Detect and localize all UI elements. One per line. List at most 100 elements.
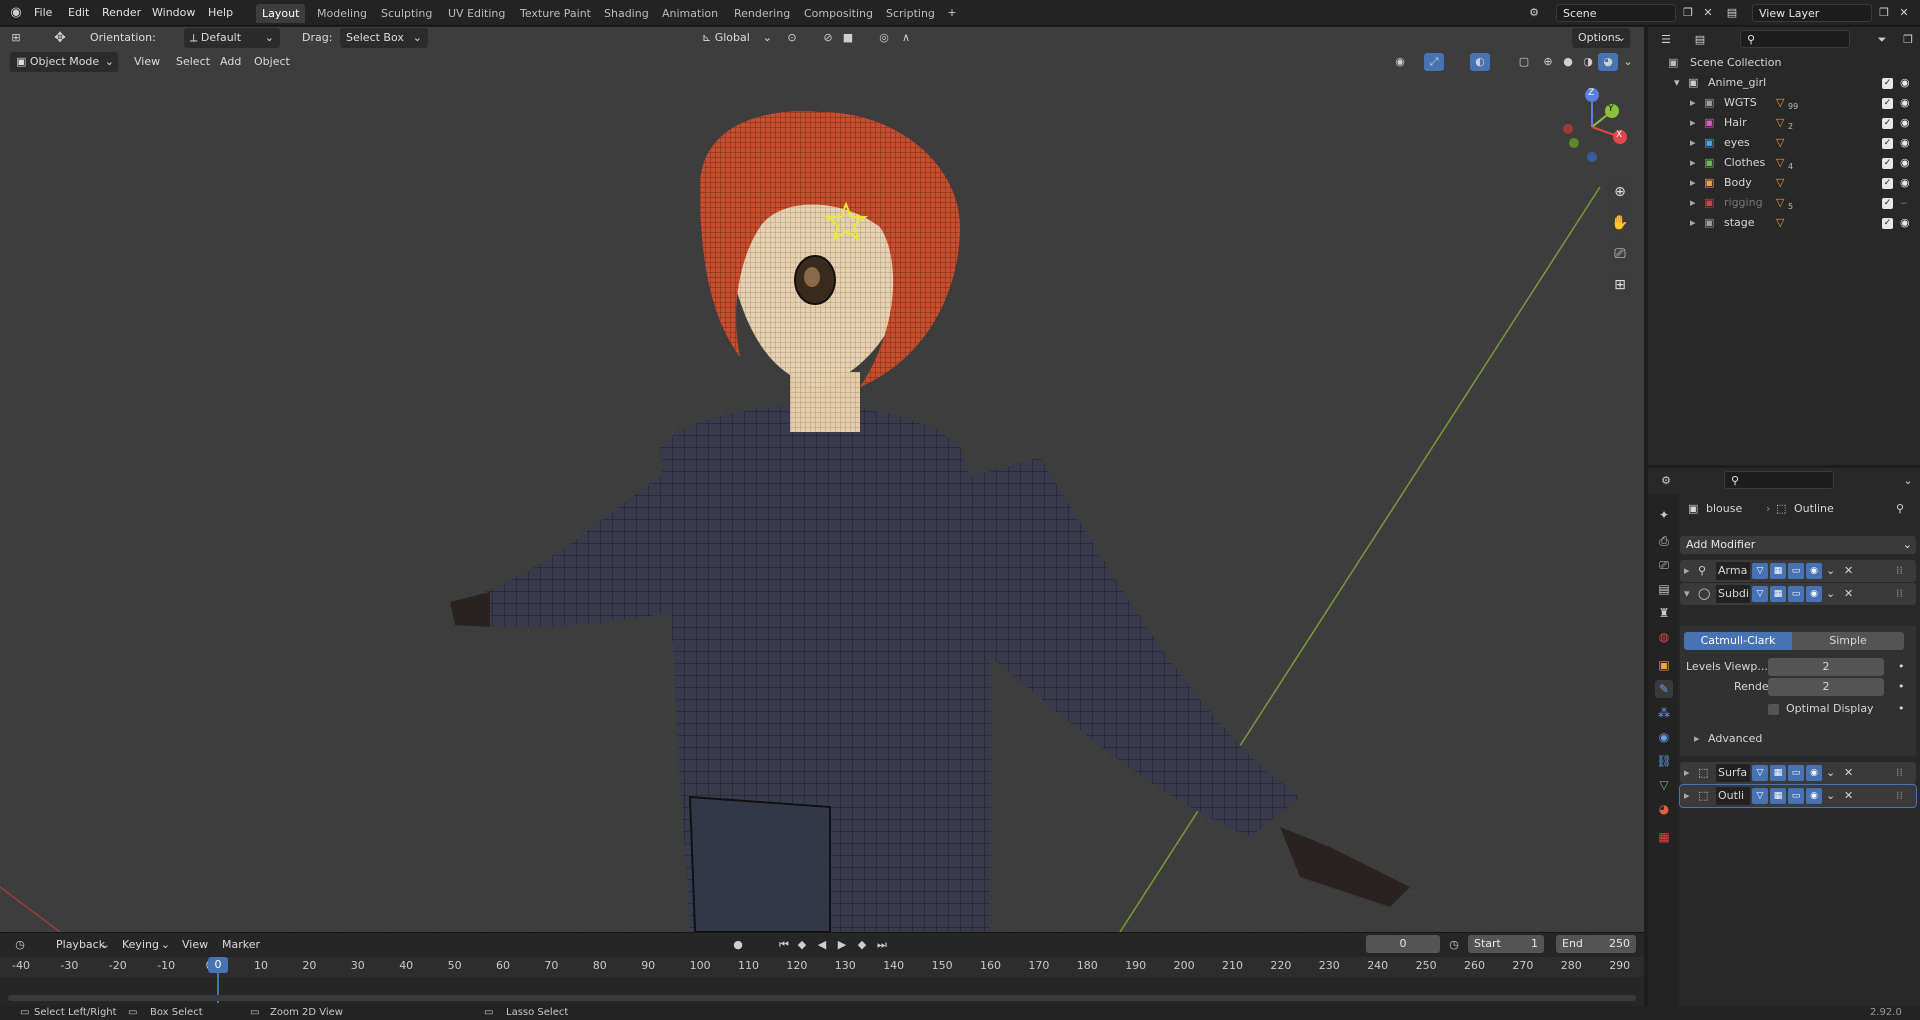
close-view-layer-icon[interactable]: ✕ <box>1894 4 1914 22</box>
eye-icon[interactable]: ◉ <box>1900 153 1910 173</box>
rendered-shading-icon[interactable]: ◕ <box>1598 53 1618 71</box>
menu-marker[interactable]: Marker <box>216 935 266 955</box>
navigation-gizmo[interactable]: Z Y X <box>1556 87 1636 167</box>
tab-texture-paint[interactable]: Texture Paint <box>514 4 597 23</box>
overlay-toggle-icon[interactable]: ◐ <box>1470 53 1490 71</box>
proportional-edit-icon[interactable]: ◎ <box>874 29 894 47</box>
modifier-subdi[interactable]: ▾ ◯ Subdi ▽ ▦ ▭ ◉ ⌄ ✕ ⁞⁞ <box>1680 583 1916 605</box>
include-checkbox[interactable]: ✓ <box>1882 178 1893 189</box>
menu-select[interactable]: Select <box>170 52 216 72</box>
chevron-down-icon[interactable]: ⌄ <box>1826 766 1835 779</box>
view-layer-field[interactable]: View Layer <box>1752 4 1872 22</box>
snap-icon[interactable]: ⊘ <box>818 29 838 47</box>
tab-animation[interactable]: Animation <box>656 4 724 23</box>
properties-search-input[interactable]: ⚲ <box>1724 471 1834 489</box>
collapse-icon[interactable]: ▾ <box>1684 587 1690 600</box>
menu-add[interactable]: Add <box>214 52 247 72</box>
visibility-icon[interactable]: ◉ <box>1390 53 1410 71</box>
tab-compositing[interactable]: Compositing <box>798 4 879 23</box>
texture-icon[interactable]: ▦ <box>1655 828 1673 846</box>
render-levels-field[interactable]: 2 <box>1768 678 1884 696</box>
eye-icon[interactable]: ◉ <box>1900 173 1910 193</box>
scene-collection-row[interactable]: ▣ Scene Collection <box>1648 53 1920 73</box>
expand-icon[interactable]: ▸ <box>1694 732 1700 745</box>
edit-mode-icon[interactable]: ▽ <box>1752 586 1768 602</box>
include-checkbox[interactable]: ✓ <box>1882 198 1893 209</box>
expand-icon[interactable]: ▸ <box>1690 113 1696 133</box>
menu-window[interactable]: Window <box>148 4 199 22</box>
zoom-icon[interactable]: ⊕ <box>1607 179 1633 205</box>
next-keyframe-icon[interactable]: ◆ <box>852 936 872 954</box>
playback-menu[interactable]: Playback ⌄ <box>50 935 112 955</box>
menu-object[interactable]: Object <box>248 52 296 72</box>
keyframe-dot-icon[interactable]: • <box>1898 660 1905 673</box>
scene-field[interactable]: Scene <box>1556 4 1676 22</box>
record-icon[interactable]: ● <box>728 936 748 954</box>
view-layer-tab-icon[interactable]: ▤ <box>1655 580 1673 598</box>
outliner-row-stage[interactable]: ▸ ▣ stage ▽ ✓ ◉ <box>1648 213 1920 233</box>
display-mode-icon[interactable]: ▤ <box>1690 31 1710 49</box>
modifier-surfa[interactable]: ▸ ⬚ Surfa ▽ ▦ ▭ ◉ ⌄ ✕ ⁞⁞ <box>1680 762 1916 784</box>
viewport-display-icon[interactable]: ▭ <box>1788 788 1804 804</box>
material-icon[interactable]: ◕ <box>1655 800 1673 818</box>
eye-icon[interactable]: ◉ <box>1900 133 1910 153</box>
include-checkbox[interactable]: ✓ <box>1882 138 1893 149</box>
menu-view[interactable]: View <box>128 52 166 72</box>
include-checkbox[interactable]: ✓ <box>1882 118 1893 129</box>
outliner-row-eyes[interactable]: ▸ ▣ eyes ▽ ✓ ◉ <box>1648 133 1920 153</box>
drag-handle-icon[interactable]: ⁞⁞ <box>1896 766 1903 779</box>
playhead[interactable]: 0 <box>208 957 228 973</box>
outliner-row-clothes[interactable]: ▸ ▣ Clothes ▽ 4 ✓ ◉ <box>1648 153 1920 173</box>
gizmo-toggle-icon[interactable]: ⤢ <box>1424 53 1444 71</box>
world-icon[interactable]: ◍ <box>1655 628 1673 646</box>
snap-target-icon[interactable]: ■ <box>838 29 858 47</box>
eye-icon[interactable]: ◉ <box>1900 93 1910 113</box>
wrench-icon[interactable]: ✎ <box>1655 680 1673 698</box>
outliner-row-hair[interactable]: ▸ ▣ Hair ▽ 2 ✓ ◉ <box>1648 113 1920 133</box>
close-scene-icon[interactable]: ✕ <box>1698 4 1718 22</box>
solid-shading-icon[interactable]: ● <box>1558 53 1578 71</box>
pin-icon[interactable]: ⚲ <box>1896 502 1904 515</box>
tab-uv-editing[interactable]: UV Editing <box>442 4 511 23</box>
eye-icon[interactable]: ⌣ <box>1900 193 1907 213</box>
outliner-row-wgts[interactable]: ▸ ▣ WGTS ▽ 99 ✓ ◉ <box>1648 93 1920 113</box>
chevron-down-icon[interactable]: ⌄ <box>1826 564 1835 577</box>
material-shading-icon[interactable]: ◑ <box>1578 53 1598 71</box>
pivot-icon[interactable]: ⊙ <box>782 29 802 47</box>
modifier-name-field[interactable]: Arma <box>1716 562 1750 580</box>
expand-icon[interactable]: ▸ <box>1684 564 1690 577</box>
cage-icon[interactable]: ▦ <box>1770 586 1786 602</box>
end-frame-field[interactable]: End 250 <box>1556 935 1636 953</box>
simple-button[interactable]: Simple <box>1792 632 1904 650</box>
chevron-down-icon[interactable]: ⌄ <box>1898 472 1918 490</box>
tab-modeling[interactable]: Modeling <box>311 4 373 23</box>
drag-dropdown[interactable]: Select Box ⌄ <box>340 28 428 48</box>
blender-logo-icon[interactable]: ◉ <box>6 4 26 22</box>
chevron-down-icon[interactable]: ⌄ <box>1826 789 1835 802</box>
edit-mode-icon[interactable]: ▽ <box>1752 563 1768 579</box>
cage-icon[interactable]: ▦ <box>1770 765 1786 781</box>
properties-editor-icon[interactable]: ⚙ <box>1656 472 1676 490</box>
expand-icon[interactable]: ▸ <box>1690 193 1696 213</box>
shading-options-icon[interactable]: ⌄ <box>1618 53 1638 71</box>
edit-mode-icon[interactable]: ▽ <box>1752 765 1768 781</box>
transform-tool-icon[interactable]: ✥ <box>50 29 70 47</box>
menu-edit[interactable]: Edit <box>64 4 93 22</box>
particles-icon[interactable]: ⁂ <box>1655 704 1673 722</box>
menu-help[interactable]: Help <box>204 4 237 22</box>
start-frame-field[interactable]: Start 1 <box>1468 935 1544 953</box>
eye-icon[interactable]: ◉ <box>1900 73 1910 93</box>
cage-icon[interactable]: ▦ <box>1770 788 1786 804</box>
timeline-editor-icon[interactable]: ◷ <box>10 936 30 954</box>
constraints-icon[interactable]: ⛓ <box>1655 752 1673 770</box>
transform-orientation-dropdown[interactable]: ⊾ Global ⌄ <box>696 28 776 48</box>
close-icon[interactable]: ✕ <box>1844 789 1853 802</box>
new-collection-icon[interactable]: ❐ <box>1898 31 1918 49</box>
viewport-display-icon[interactable]: ▭ <box>1788 765 1804 781</box>
new-view-layer-icon[interactable]: ❐ <box>1874 4 1894 22</box>
modifier-outli[interactable]: ▸ ⬚ Outli ▽ ▦ ▭ ◉ ⌄ ✕ ⁞⁞ <box>1679 784 1917 808</box>
menu-file[interactable]: File <box>30 4 56 22</box>
new-scene-icon[interactable]: ❐ <box>1678 4 1698 22</box>
jump-end-icon[interactable]: ⏭ <box>872 936 892 954</box>
physics-icon[interactable]: ◉ <box>1655 728 1673 746</box>
